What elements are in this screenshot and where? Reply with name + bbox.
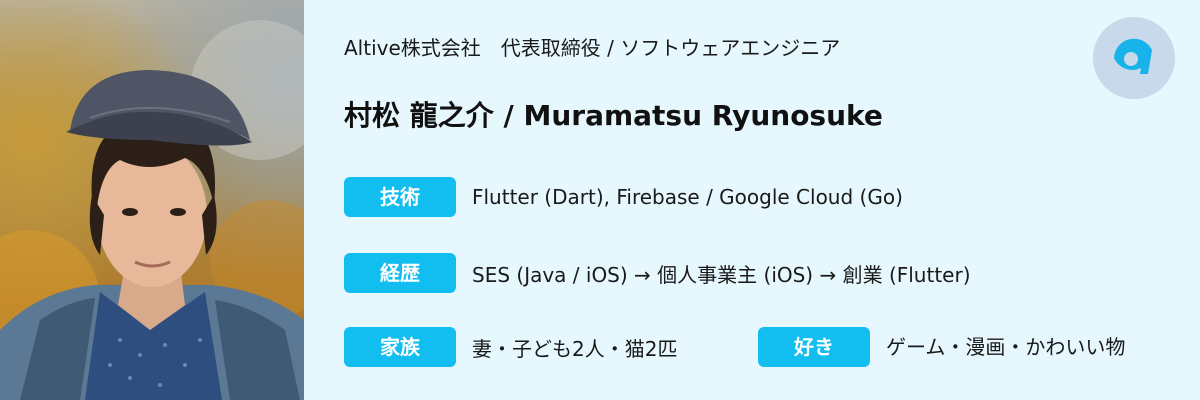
career-row: 経歴 SES (Java / iOS) → 個人事業主 (iOS) → 創業 (…	[344, 253, 971, 293]
career-value: SES (Java / iOS) → 個人事業主 (iOS) → 創業 (Flu…	[472, 262, 971, 287]
skills-row: 技術 Flutter (Dart), Firebase / Google Clo…	[344, 177, 903, 217]
skills-badge: 技術	[344, 177, 456, 217]
likes-badge: 好き	[758, 327, 870, 367]
family-badge: 家族	[344, 327, 456, 367]
skills-value: Flutter (Dart), Firebase / Google Cloud …	[472, 185, 903, 209]
likes-value: ゲーム・漫画・かわいい物	[886, 335, 1126, 359]
family-row: 家族 妻・子ども2人・猫2匹	[344, 327, 677, 367]
career-badge: 経歴	[344, 253, 456, 293]
profile-photo	[0, 0, 304, 400]
person-name: 村松 龍之介 / Muramatsu Ryunosuke	[344, 99, 883, 132]
person-photo-illustration	[0, 20, 304, 400]
company-role: Altive株式会社 代表取締役 / ソフトウェアエンジニア	[344, 36, 841, 60]
altive-logo-icon	[1093, 17, 1175, 99]
family-value: 妻・子ども2人・猫2匹	[472, 336, 678, 361]
profile-card: Altive株式会社 代表取締役 / ソフトウェアエンジニア 村松 龍之介 / …	[0, 0, 1200, 400]
logo-mark	[1114, 38, 1152, 74]
